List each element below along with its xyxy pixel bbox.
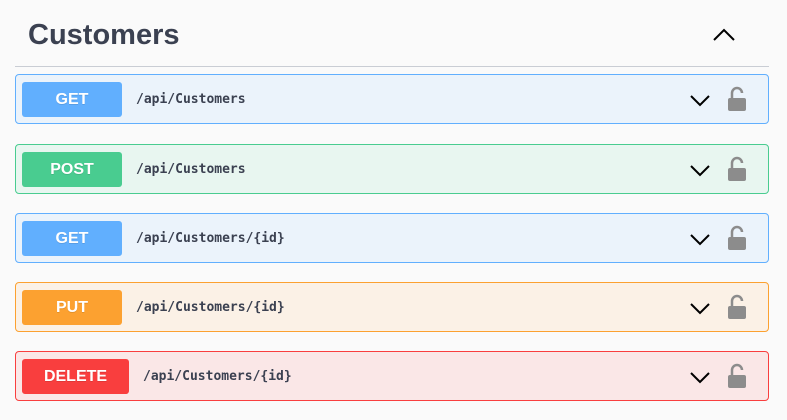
operation-path: /api/Customers/{id}	[136, 300, 285, 315]
operation-path: /api/Customers	[136, 162, 246, 177]
operation-path: /api/Customers/{id}	[143, 369, 292, 384]
unlocked-padlock-icon[interactable]	[725, 225, 749, 251]
operation-put-customer-by-id[interactable]: PUT /api/Customers/{id}	[15, 282, 769, 332]
operation-path: /api/Customers/{id}	[136, 231, 285, 246]
method-badge: PUT	[22, 290, 122, 325]
unlocked-padlock-icon[interactable]	[725, 363, 749, 389]
section-header-customers[interactable]: Customers	[15, 0, 769, 67]
method-badge: GET	[22, 221, 122, 256]
chevron-down-icon[interactable]	[687, 364, 713, 390]
operation-get-customer-by-id[interactable]: GET /api/Customers/{id}	[15, 213, 769, 263]
chevron-down-icon[interactable]	[687, 295, 713, 321]
unlocked-padlock-icon[interactable]	[725, 294, 749, 320]
method-badge: DELETE	[22, 359, 129, 394]
method-badge: GET	[22, 82, 122, 117]
chevron-down-icon[interactable]	[687, 226, 713, 252]
method-badge: POST	[22, 152, 122, 187]
unlocked-padlock-icon[interactable]	[725, 156, 749, 182]
chevron-down-icon[interactable]	[687, 87, 713, 113]
operation-path: /api/Customers	[136, 92, 246, 107]
chevron-up-icon[interactable]	[709, 20, 739, 50]
unlocked-padlock-icon[interactable]	[725, 86, 749, 112]
operation-post-customers[interactable]: POST /api/Customers	[15, 144, 769, 194]
chevron-down-icon[interactable]	[687, 157, 713, 183]
operation-get-customers[interactable]: GET /api/Customers	[15, 74, 769, 124]
operation-delete-customer-by-id[interactable]: DELETE /api/Customers/{id}	[15, 351, 769, 401]
section-title: Customers	[28, 19, 180, 51]
